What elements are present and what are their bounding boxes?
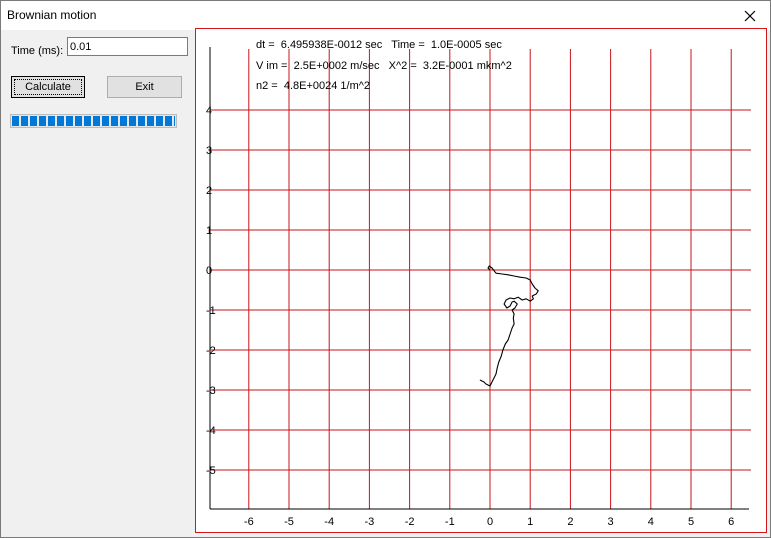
x-tick-label: -4 xyxy=(324,516,334,528)
y-tick-label: -1 xyxy=(206,305,216,317)
x-tick-label: 6 xyxy=(728,516,734,528)
close-icon xyxy=(744,10,756,21)
x-tick-label: -5 xyxy=(284,516,294,528)
x-tick-label: -3 xyxy=(365,516,375,528)
calculate-button[interactable]: Calculate xyxy=(11,76,85,98)
x-tick-label: 2 xyxy=(567,516,573,528)
app-window: Brownian motion Time (ms): Calculate Exi… xyxy=(0,0,771,538)
time-input[interactable] xyxy=(67,37,188,56)
y-tick-label: -5 xyxy=(206,465,216,477)
stats-line-dt-time: dt = 6.495938E-0012 sec Time = 1.0E-0005… xyxy=(256,39,502,51)
x-tick-label: 4 xyxy=(648,516,654,528)
title-bar: Brownian motion xyxy=(1,1,770,30)
x-tick-label: 0 xyxy=(487,516,493,528)
x-tick-label: -1 xyxy=(445,516,455,528)
y-tick-label: -3 xyxy=(206,385,216,397)
trajectory-chart: -6 -5 -4 -3 -2 -1 0 1 2 3 4 5 6 4 3 2 1 0 -1 -2 -3 -4 -5 xyxy=(206,47,751,528)
stats-line-n2: n2 = 4.8E+0024 1/m^2 xyxy=(256,80,371,92)
close-button[interactable] xyxy=(730,1,770,30)
control-panel: Time (ms): Calculate Exit xyxy=(1,30,192,537)
exit-button[interactable]: Exit xyxy=(107,76,182,98)
y-tick-label: 0 xyxy=(206,265,212,277)
stats-line-velocity-x2: V im = 2.5E+0002 m/sec X^2 = 3.2E-0001 m… xyxy=(256,60,512,72)
y-tick-label: 4 xyxy=(206,105,212,117)
x-tick-label: -2 xyxy=(405,516,415,528)
window-title: Brownian motion xyxy=(7,8,97,22)
y-tick-label: -2 xyxy=(206,345,216,357)
x-tick-label: -6 xyxy=(244,516,254,528)
calculate-button-label: Calculate xyxy=(14,79,82,95)
trajectory-line xyxy=(479,265,539,387)
x-tick-label: 5 xyxy=(688,516,694,528)
x-tick-label: 3 xyxy=(608,516,614,528)
x-tick-label: 1 xyxy=(527,516,533,528)
y-tick-label: -4 xyxy=(206,425,216,437)
plot-area: -6 -5 -4 -3 -2 -1 0 1 2 3 4 5 6 4 3 2 1 0 -1 -2 -3 -4 -5 dt = … xyxy=(195,28,767,533)
y-tick-label: 1 xyxy=(206,225,212,237)
progress-bar xyxy=(10,114,177,128)
y-tick-label: 3 xyxy=(206,145,212,157)
progress-fill xyxy=(12,116,175,126)
y-tick-label: 2 xyxy=(206,185,212,197)
time-label: Time (ms): xyxy=(11,45,64,57)
